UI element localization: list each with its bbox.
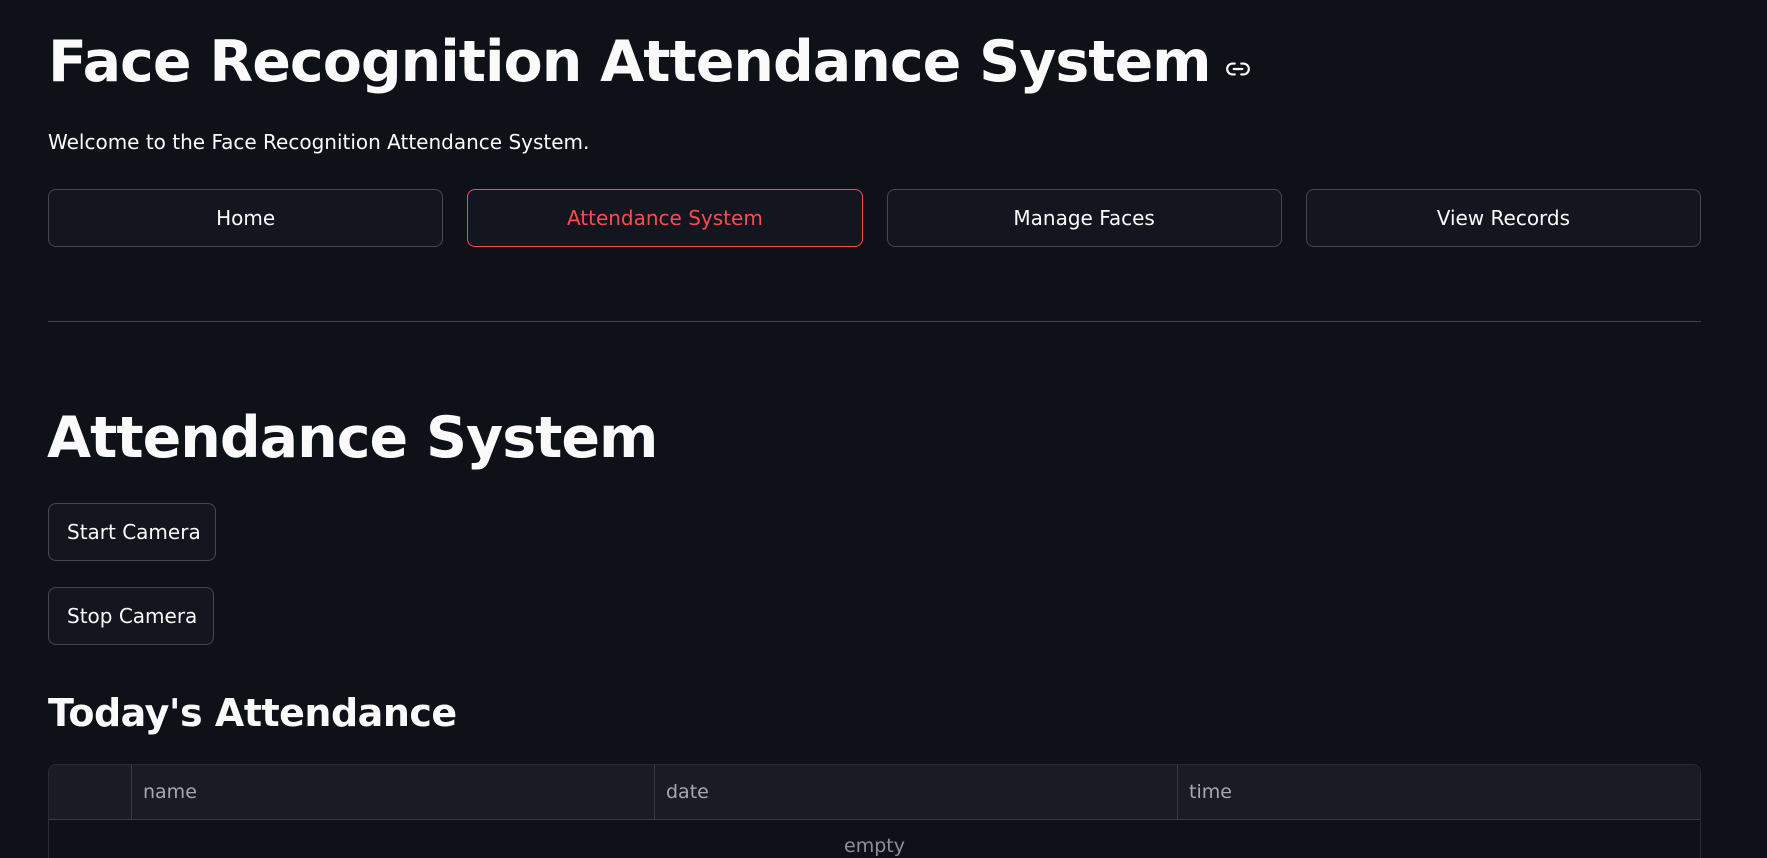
start-camera-button[interactable]: Start Camera [48,503,216,561]
attendance-table[interactable]: name date time empty [48,764,1701,858]
table-header-row: name date time [49,765,1700,820]
section-title: Attendance System [47,405,658,471]
nav-home-button[interactable]: Home [48,189,444,247]
column-header-date[interactable]: date [654,765,1177,819]
page-title: Face Recognition Attendance System [48,29,1212,95]
empty-table-message: empty [844,835,905,857]
nav-bar: Home Attendance System Manage Faces View… [48,189,1701,247]
welcome-text: Welcome to the Face Recognition Attendan… [48,130,590,154]
nav-view-records-button[interactable]: View Records [1305,189,1701,247]
nav-attendance-system-button[interactable]: Attendance System [467,189,863,247]
divider [48,321,1701,322]
index-column-header [49,765,131,819]
link-icon[interactable] [1225,56,1251,82]
column-header-time[interactable]: time [1177,765,1700,819]
stop-camera-button[interactable]: Stop Camera [48,587,214,645]
nav-manage-faces-button[interactable]: Manage Faces [886,189,1282,247]
title-row: Face Recognition Attendance System [48,22,1251,102]
app-page: Face Recognition Attendance System Welco… [0,0,1767,858]
column-header-name[interactable]: name [131,765,654,819]
attendance-heading: Today's Attendance [48,691,457,735]
